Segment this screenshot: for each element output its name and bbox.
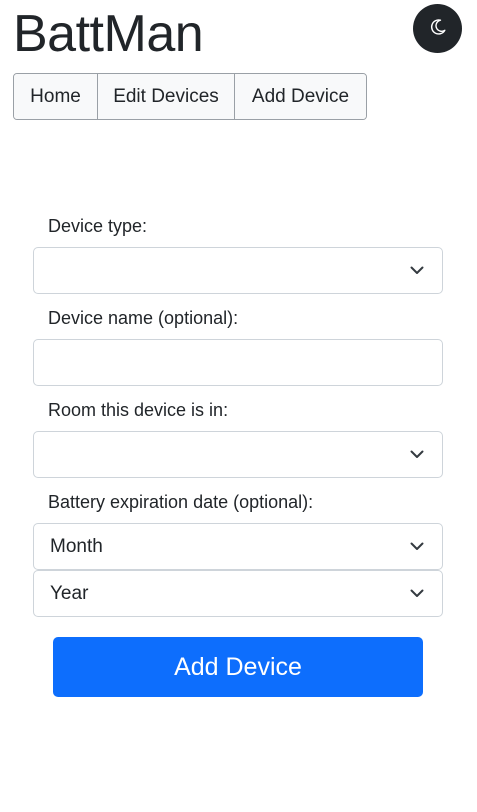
chevron-down-icon <box>410 448 424 462</box>
device-type-select[interactable] <box>33 247 443 294</box>
device-type-label: Device type: <box>48 216 148 236</box>
main-nav: Home Edit Devices Add Device <box>13 73 367 120</box>
device-name-input[interactable] <box>33 339 443 386</box>
room-select[interactable] <box>33 431 443 478</box>
expiration-month-value: Month <box>50 535 103 557</box>
battery-expiration-label: Battery expiration date (optional): <box>48 492 314 512</box>
expiration-year-value: Year <box>50 582 89 604</box>
add-device-submit-button[interactable]: Add Device <box>53 637 423 697</box>
nav-edit-devices-button[interactable]: Edit Devices <box>98 74 235 119</box>
chevron-down-icon <box>410 540 424 554</box>
theme-toggle-button[interactable] <box>413 4 462 53</box>
expiration-year-select[interactable]: Year <box>33 570 443 617</box>
room-label: Room this device is in: <box>48 400 229 420</box>
chevron-down-icon <box>410 264 424 278</box>
expiration-month-select[interactable]: Month <box>33 523 443 570</box>
nav-add-device-button[interactable]: Add Device <box>235 74 366 119</box>
moon-icon <box>429 18 447 39</box>
chevron-down-icon <box>410 587 424 601</box>
app-title: BattMan <box>13 5 204 63</box>
nav-home-button[interactable]: Home <box>14 74 98 119</box>
device-name-label: Device name (optional): <box>48 308 239 328</box>
